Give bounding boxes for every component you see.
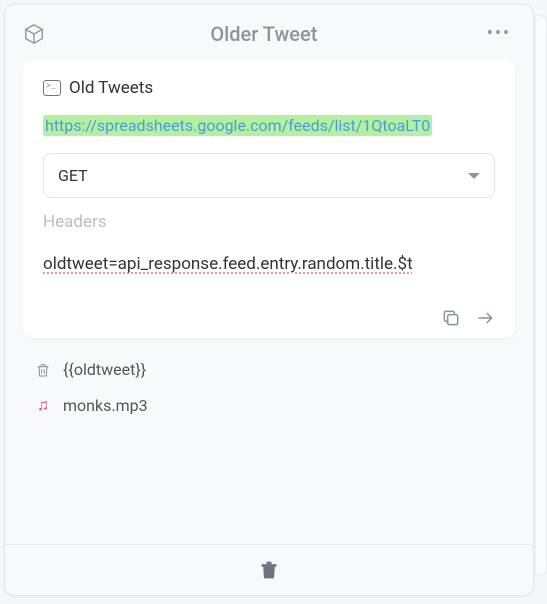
card-title: Old Tweets	[69, 78, 153, 98]
variable-name: {{oldtweet}}	[63, 360, 146, 379]
copy-icon[interactable]	[441, 308, 461, 328]
http-method-value: GET	[58, 166, 88, 185]
url-text: https://spreadsheets.google.com/feeds/li…	[43, 115, 432, 136]
audio-filename: monks.mp3	[63, 396, 148, 415]
more-menu-button[interactable]: •••	[483, 19, 515, 48]
http-method-select[interactable]: GET	[43, 153, 495, 198]
url-input[interactable]: https://spreadsheets.google.com/feeds/li…	[43, 112, 495, 139]
action-panel: Older Tweet ••• Old Tweets https://sprea…	[4, 4, 534, 596]
panel-footer	[5, 544, 533, 595]
headers-input[interactable]: Headers	[43, 212, 495, 232]
http-request-card: Old Tweets https://spreadsheets.google.c…	[23, 60, 515, 338]
card-actions	[43, 304, 495, 328]
trash-icon	[35, 361, 51, 379]
delete-button[interactable]	[259, 559, 279, 581]
arrow-right-icon[interactable]	[475, 308, 495, 328]
terminal-icon	[43, 80, 61, 96]
music-icon: ♫	[35, 395, 51, 415]
cube-icon	[23, 23, 45, 45]
audio-row[interactable]: ♫ monks.mp3	[5, 387, 533, 423]
card-header: Old Tweets	[43, 78, 495, 98]
panel-header: Older Tweet •••	[5, 5, 533, 60]
response-expression[interactable]: oldtweet=api_response.feed.entry.random.…	[43, 254, 495, 274]
variable-row[interactable]: {{oldtweet}}	[5, 352, 533, 387]
chevron-down-icon	[468, 173, 480, 179]
panel-title: Older Tweet	[210, 22, 317, 46]
adjacent-panel-edge	[535, 15, 547, 575]
